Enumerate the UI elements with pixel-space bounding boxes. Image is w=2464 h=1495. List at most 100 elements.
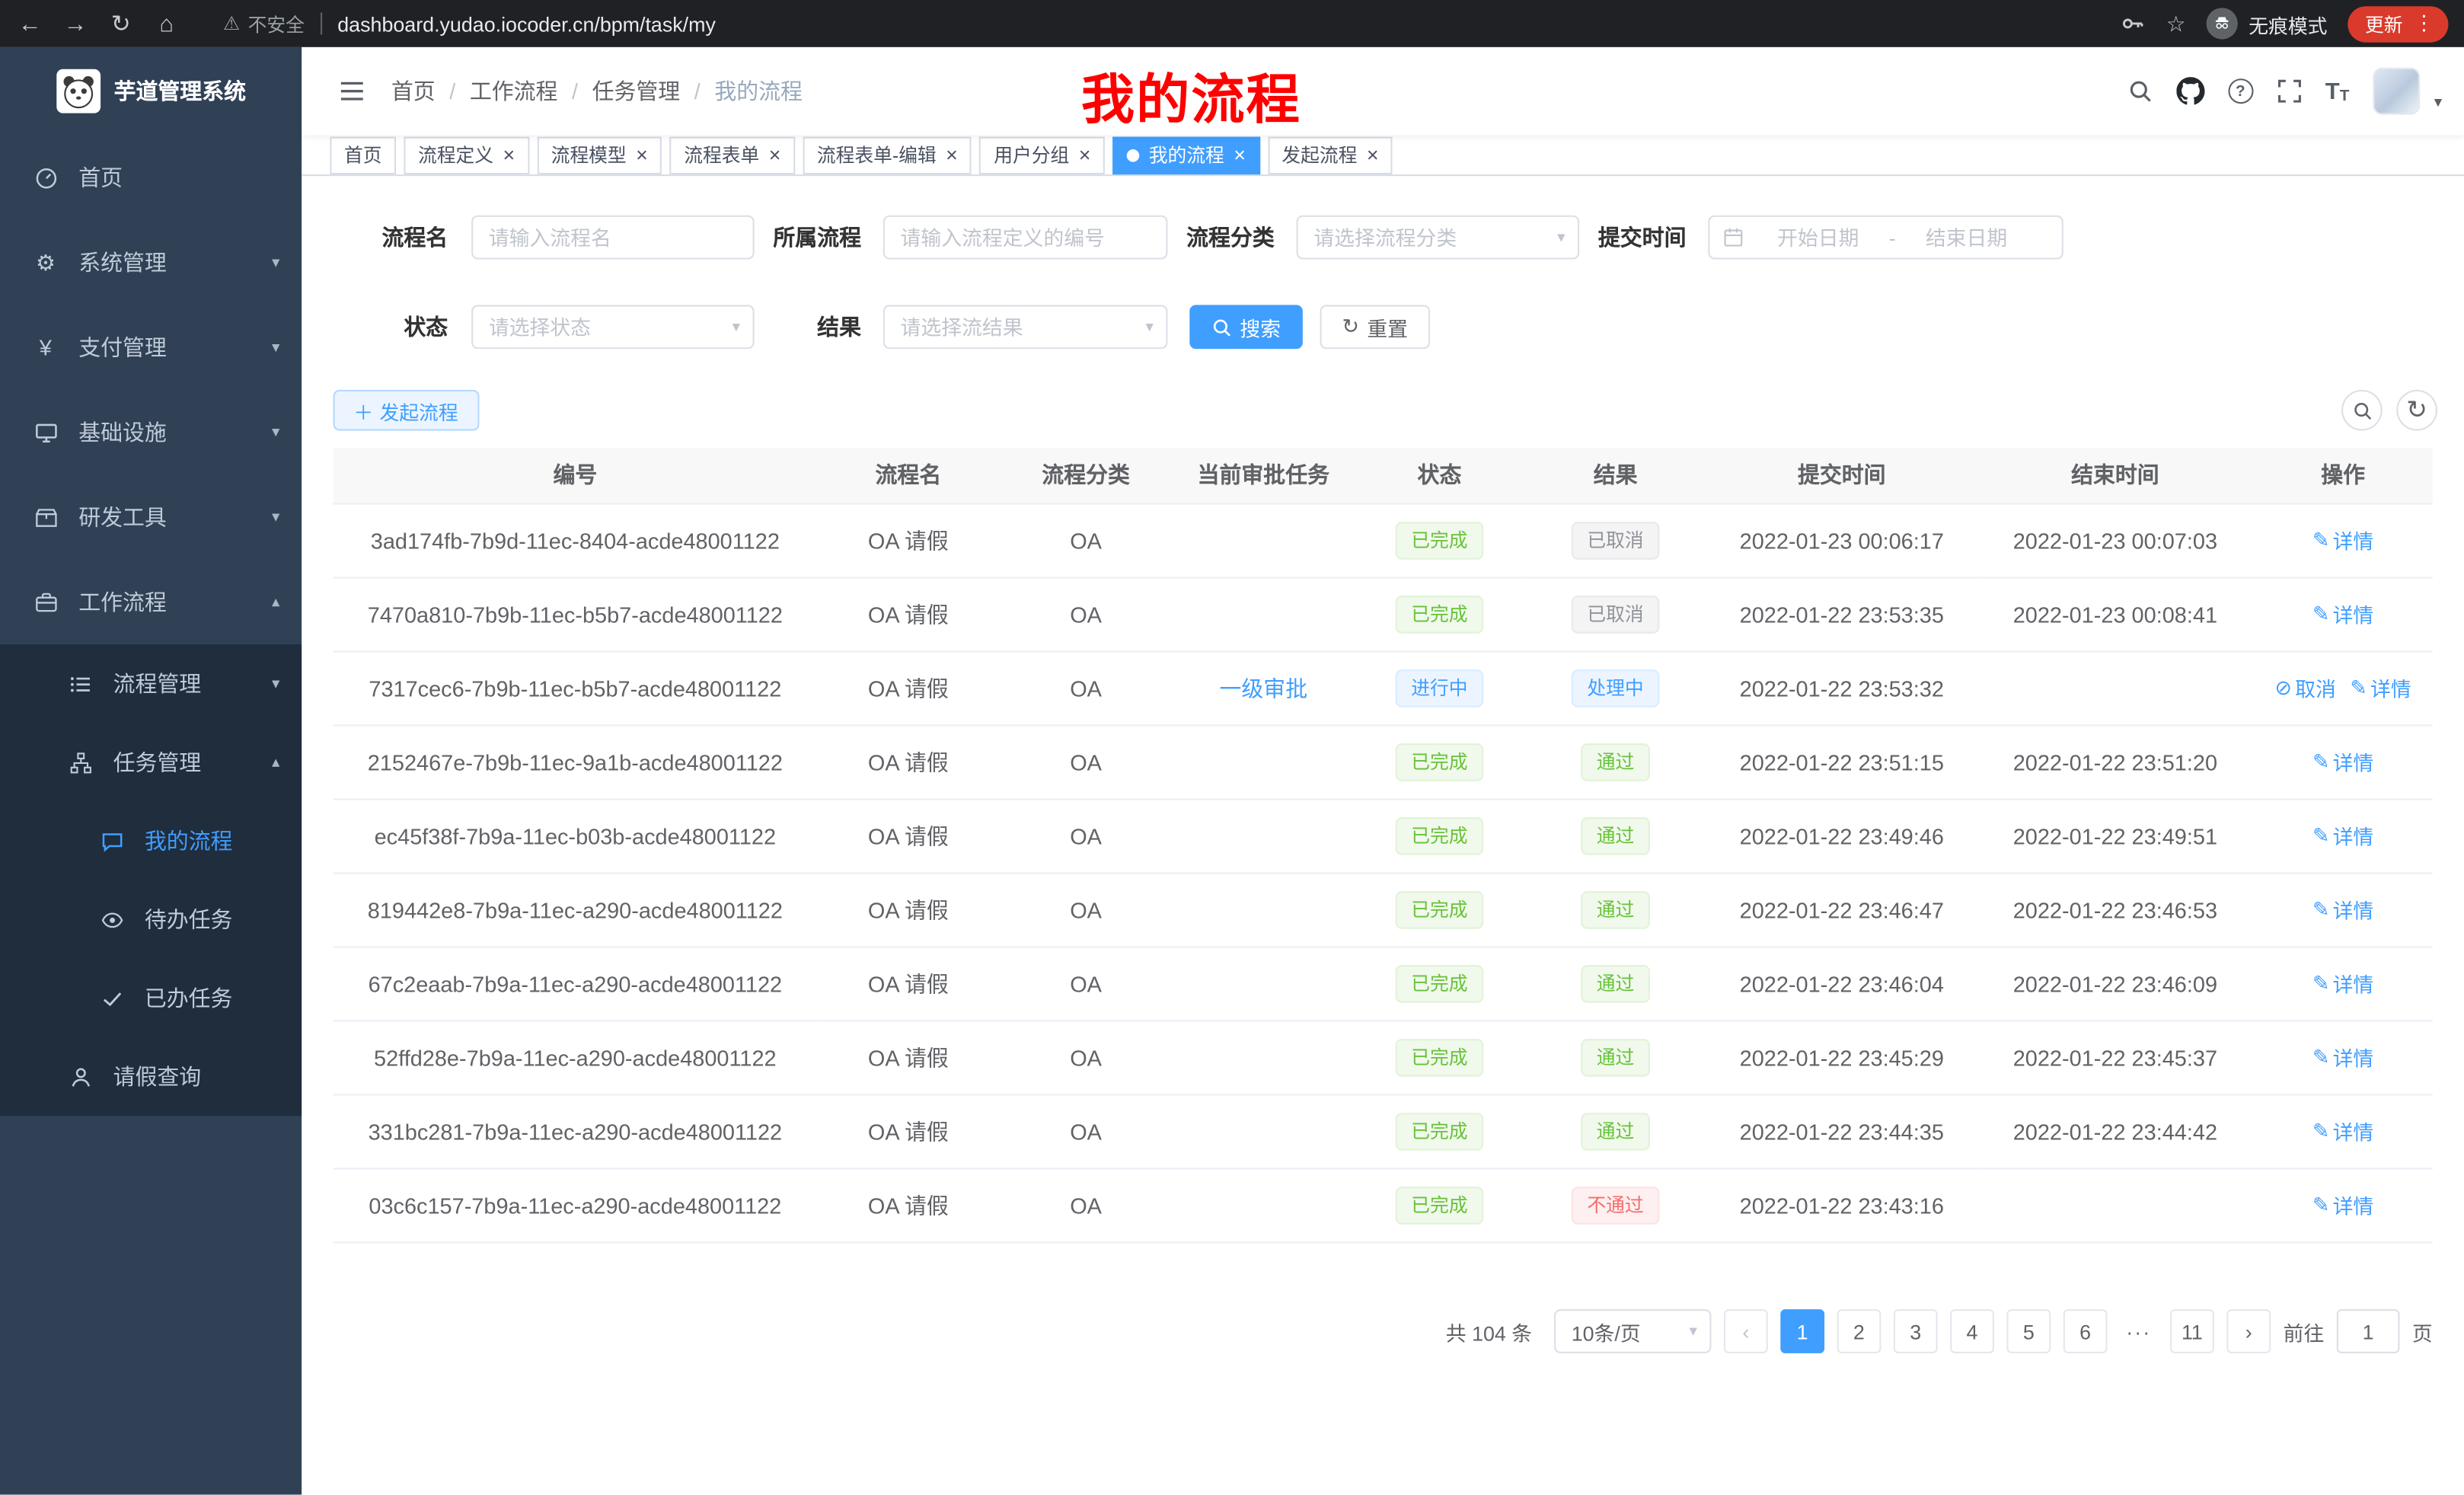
sidebar-item-home[interactable]: 首页 <box>0 135 302 219</box>
close-icon[interactable]: × <box>1234 145 1246 165</box>
sidebar-item-payment[interactable]: ¥ 支付管理 ▾ <box>0 305 302 389</box>
tab-start-process[interactable]: 发起流程× <box>1268 136 1393 174</box>
close-icon[interactable]: × <box>769 145 781 165</box>
fullscreen-icon[interactable] <box>2277 78 2302 104</box>
tab-process-form-edit[interactable]: 流程表单-编辑× <box>803 136 972 174</box>
current-task-link[interactable]: 一级审批 <box>1220 675 1308 700</box>
close-icon[interactable]: × <box>1367 145 1379 165</box>
edit-icon: ✎ <box>2312 1044 2330 1069</box>
detail-link[interactable]: ✎详情 <box>2312 1042 2373 1072</box>
detail-link[interactable]: ✎详情 <box>2312 820 2373 850</box>
sidebar-item-process-management[interactable]: 流程管理 ▾ <box>0 644 302 723</box>
detail-link[interactable]: ✎详情 <box>2350 672 2411 702</box>
url-text[interactable]: dashboard.yudao.iocoder.cn/bpm/task/my <box>337 11 716 35</box>
sidebar-item-devtools[interactable]: 研发工具 ▾ <box>0 474 302 559</box>
tab-my-process[interactable]: 我的流程× <box>1112 136 1259 174</box>
search-icon[interactable] <box>2127 78 2153 104</box>
browser-back-button[interactable]: ← <box>14 8 46 39</box>
detail-link[interactable]: ✎详情 <box>2312 525 2373 554</box>
tab-process-definition[interactable]: 流程定义× <box>404 136 528 174</box>
detail-link[interactable]: ✎详情 <box>2312 1190 2373 1219</box>
cell-category: OA <box>1000 946 1173 1020</box>
cancel-icon: ⊘ <box>2275 675 2293 700</box>
process-name-input[interactable] <box>471 216 754 260</box>
tab-process-form[interactable]: 流程表单× <box>670 136 795 174</box>
create-process-button[interactable]: ＋ 发起流程 <box>334 390 479 431</box>
chevron-up-icon: ▴ <box>272 593 279 611</box>
detail-link[interactable]: ✎详情 <box>2312 894 2373 924</box>
submit-time-range-picker[interactable]: - <box>1708 216 2063 260</box>
prev-page-button[interactable]: ‹ <box>1724 1309 1768 1353</box>
browser-update-button[interactable]: 更新 ⋮ <box>2348 5 2448 41</box>
sidebar-item-todo-tasks[interactable]: 待办任务 <box>0 880 302 959</box>
cell-id: 3ad174fb-7b9d-11ec-8404-acde48001122 <box>334 503 818 577</box>
category-select[interactable]: ▾ <box>1297 216 1579 260</box>
sidebar-logo[interactable]: 芋道管理系统 <box>0 47 302 136</box>
breadcrumb-task-management[interactable]: 任务管理 <box>592 75 681 107</box>
cell-submit-time: 2022-01-22 23:53:32 <box>1706 650 1977 724</box>
avatar[interactable] <box>2373 68 2420 115</box>
page-button[interactable]: 1 <box>1780 1309 1824 1353</box>
avatar-caret-icon[interactable]: ▾ <box>2434 94 2442 111</box>
reset-button[interactable]: ↻ 重置 <box>1320 305 1430 349</box>
category-label: 流程分类 <box>1167 222 1296 253</box>
security-label[interactable]: 不安全 <box>248 10 305 37</box>
page-button[interactable]: 5 <box>2006 1309 2051 1353</box>
cell-current-task <box>1173 872 1355 946</box>
browser-forward-button[interactable]: → <box>59 8 91 39</box>
sidebar-item-task-management[interactable]: 任务管理 ▴ <box>0 723 302 801</box>
process-definition-input[interactable] <box>883 216 1168 260</box>
detail-link[interactable]: ✎详情 <box>2312 599 2373 628</box>
sidebar-toggle-icon[interactable] <box>337 75 368 107</box>
sidebar-item-infrastructure[interactable]: 基础设施 ▾ <box>0 390 302 474</box>
status-select[interactable]: ▾ <box>471 305 754 349</box>
more-pages-button[interactable]: ··· <box>2120 1309 2158 1353</box>
header-end-time: 结束时间 <box>1977 448 2253 503</box>
sidebar-item-my-process[interactable]: 我的流程 <box>0 802 302 880</box>
help-icon[interactable]: ? <box>2228 78 2253 104</box>
sidebar-item-workflow[interactable]: 工作流程 ▴ <box>0 560 302 644</box>
sidebar-item-leave-query[interactable]: 请假查询 <box>0 1037 302 1116</box>
font-size-icon[interactable]: TT <box>2325 78 2350 104</box>
github-icon[interactable] <box>2176 77 2204 105</box>
breadcrumb-home[interactable]: 首页 <box>391 75 436 107</box>
page-button[interactable]: 4 <box>1950 1309 1994 1353</box>
password-key-icon[interactable] <box>2121 11 2146 36</box>
detail-link[interactable]: ✎详情 <box>2312 746 2373 776</box>
browser-home-button[interactable]: ⌂ <box>151 8 182 39</box>
sidebar-item-done-tasks[interactable]: 已办任务 <box>0 959 302 1037</box>
cancel-link[interactable]: ⊘取消 <box>2275 672 2336 702</box>
page-button[interactable]: 6 <box>2063 1309 2108 1353</box>
sidebar-item-system[interactable]: ⚙ 系统管理 ▾ <box>0 220 302 305</box>
cell-result: 已取消 <box>1524 503 1706 577</box>
breadcrumb-workflow[interactable]: 工作流程 <box>470 75 558 107</box>
page-size-select[interactable]: ▾ <box>1554 1309 1711 1353</box>
close-icon[interactable]: × <box>946 145 958 165</box>
result-select[interactable]: ▾ <box>883 305 1168 349</box>
search-button[interactable]: 搜索 <box>1189 305 1303 349</box>
address-bar[interactable]: ⚠ 不安全 dashboard.yudao.iocoder.cn/bpm/tas… <box>223 10 716 37</box>
detail-link[interactable]: ✎详情 <box>2312 968 2373 998</box>
incognito-badge[interactable]: 无痕模式 <box>2207 8 2328 39</box>
start-date-input[interactable] <box>1751 225 1885 249</box>
cell-submit-time: 2022-01-22 23:44:35 <box>1706 1094 1977 1168</box>
bookmark-star-icon[interactable]: ☆ <box>2166 10 2186 37</box>
browser-reload-button[interactable]: ↻ <box>105 8 136 39</box>
goto-page-input[interactable] <box>2337 1309 2400 1353</box>
toggle-search-button[interactable] <box>2341 390 2383 431</box>
end-date-input[interactable] <box>1899 225 2034 249</box>
close-icon[interactable]: × <box>636 145 648 165</box>
browser-menu-icon[interactable]: ⋮ <box>2414 11 2434 36</box>
page-button[interactable]: 3 <box>1894 1309 1938 1353</box>
page-button[interactable]: 11 <box>2170 1309 2214 1353</box>
refresh-table-button[interactable]: ↻ <box>2396 390 2437 431</box>
close-icon[interactable]: × <box>1079 145 1091 165</box>
tab-user-group[interactable]: 用户分组× <box>980 136 1105 174</box>
tab-process-model[interactable]: 流程模型× <box>537 136 662 174</box>
next-page-button[interactable]: › <box>2226 1309 2271 1353</box>
cell-id: ec45f38f-7b9a-11ec-b03b-acde48001122 <box>334 798 818 872</box>
close-icon[interactable]: × <box>503 145 515 165</box>
tab-home[interactable]: 首页 <box>330 136 396 174</box>
detail-link[interactable]: ✎详情 <box>2312 1116 2373 1145</box>
page-button[interactable]: 2 <box>1837 1309 1882 1353</box>
